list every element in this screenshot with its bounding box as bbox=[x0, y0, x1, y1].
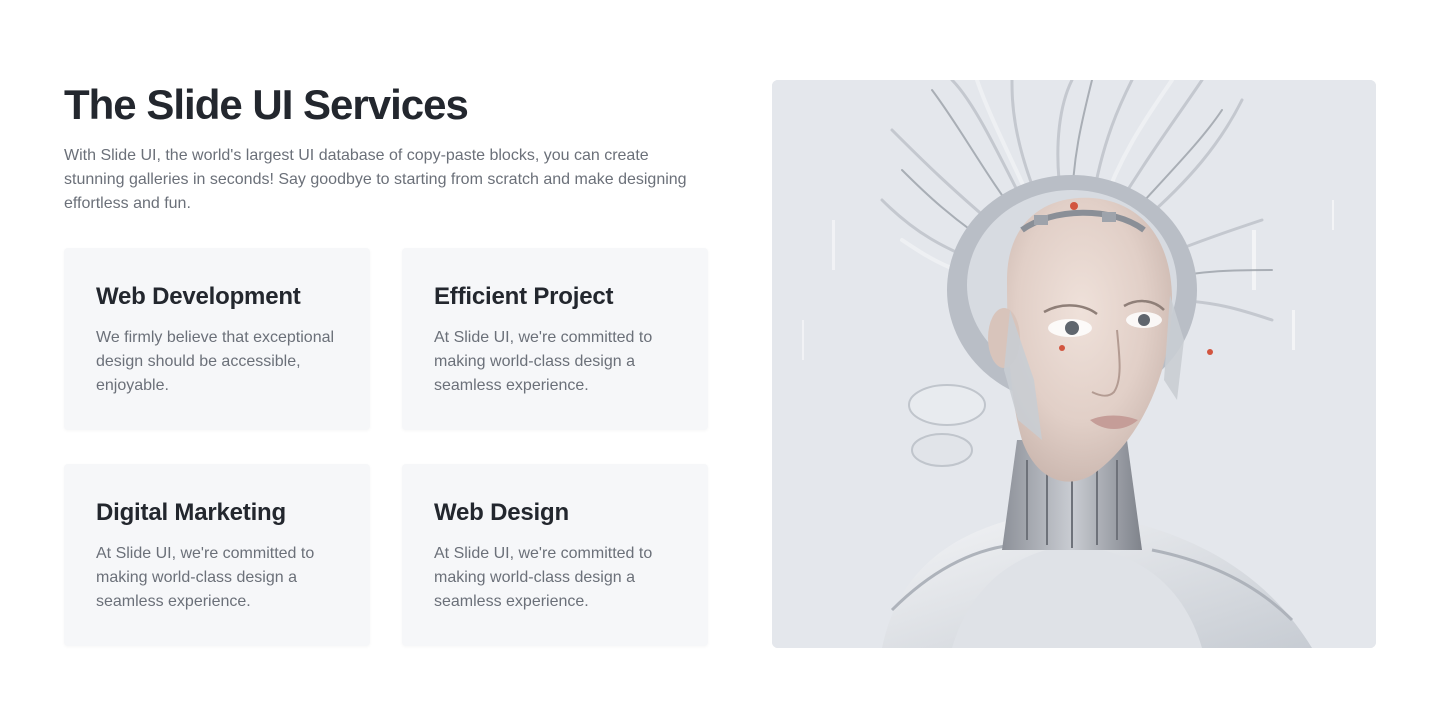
services-content: The Slide UI Services With Slide UI, the… bbox=[64, 80, 708, 646]
service-card-digital-marketing[interactable]: Digital Marketing At Slide UI, we're com… bbox=[64, 464, 370, 646]
robot-woman-illustration-icon bbox=[772, 80, 1376, 648]
card-title: Web Design bbox=[434, 499, 569, 526]
card-title: Web Development bbox=[96, 283, 301, 310]
card-title: Efficient Project bbox=[434, 283, 614, 310]
section-title: The Slide UI Services bbox=[64, 81, 469, 128]
section-intro: With Slide UI, the world's largest UI da… bbox=[64, 147, 687, 212]
hero-image bbox=[772, 80, 1376, 648]
card-text: At Slide UI, we're committed to making w… bbox=[434, 545, 653, 610]
service-card-web-development[interactable]: Web Development We firmly believe that e… bbox=[64, 248, 370, 430]
service-card-web-design[interactable]: Web Design At Slide UI, we're committed … bbox=[402, 464, 708, 646]
services-grid: Web Development We firmly believe that e… bbox=[64, 248, 708, 646]
card-text: At Slide UI, we're committed to making w… bbox=[434, 329, 653, 394]
card-text: At Slide UI, we're committed to making w… bbox=[96, 545, 315, 610]
card-text: We firmly believe that exceptional desig… bbox=[96, 329, 335, 394]
service-card-efficient-project[interactable]: Efficient Project At Slide UI, we're com… bbox=[402, 248, 708, 430]
card-title: Digital Marketing bbox=[96, 499, 286, 526]
services-section: The Slide UI Services With Slide UI, the… bbox=[0, 0, 1440, 728]
